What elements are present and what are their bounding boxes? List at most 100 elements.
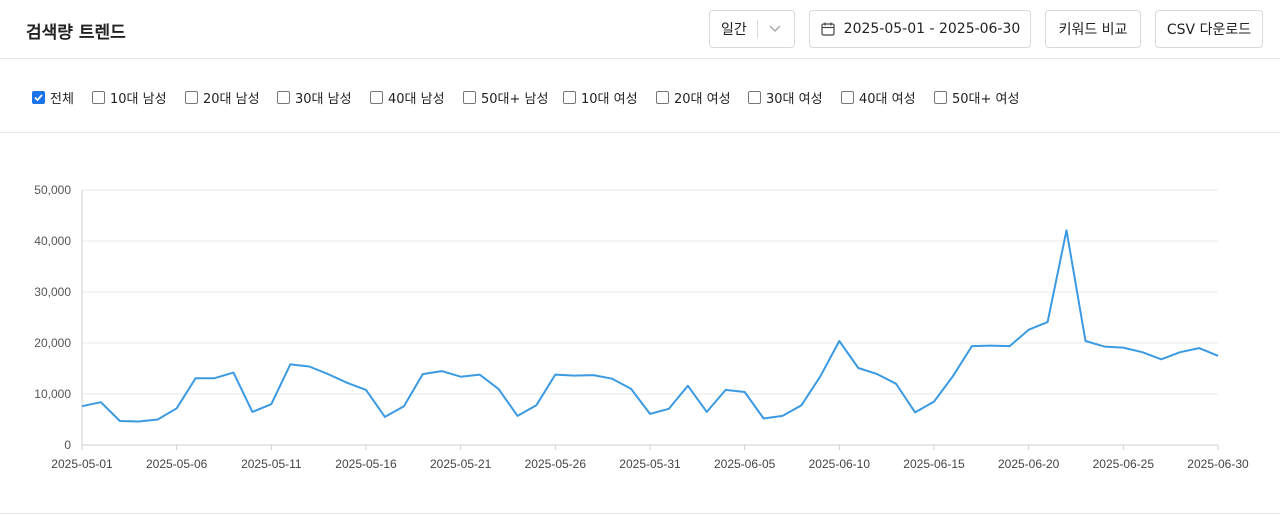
filter-3[interactable]: 30대 남성 bbox=[277, 89, 352, 107]
data-point[interactable] bbox=[874, 371, 880, 377]
filter-8[interactable]: 30대 여성 bbox=[748, 89, 823, 107]
filter-label: 40대 여성 bbox=[859, 91, 916, 107]
data-point[interactable] bbox=[477, 372, 483, 378]
data-point[interactable] bbox=[780, 413, 786, 419]
filter-checkbox[interactable] bbox=[32, 90, 45, 104]
filter-10[interactable]: 50대+ 여성 bbox=[934, 89, 1019, 107]
x-tick-label: 2025-06-30 bbox=[1187, 457, 1249, 471]
calendar-icon bbox=[820, 21, 836, 37]
x-tick-label: 2025-05-31 bbox=[619, 457, 681, 471]
data-point[interactable] bbox=[1007, 343, 1013, 349]
data-point[interactable] bbox=[1120, 345, 1126, 351]
data-point[interactable] bbox=[193, 375, 199, 381]
data-point[interactable] bbox=[98, 399, 104, 405]
data-point[interactable] bbox=[212, 375, 218, 381]
data-point[interactable] bbox=[836, 338, 842, 344]
data-point[interactable] bbox=[912, 409, 918, 415]
data-point[interactable] bbox=[420, 371, 426, 377]
data-point[interactable] bbox=[136, 419, 142, 425]
data-point[interactable] bbox=[552, 372, 558, 378]
data-point[interactable] bbox=[439, 368, 445, 374]
data-point[interactable] bbox=[287, 361, 293, 367]
data-point[interactable] bbox=[723, 387, 729, 393]
data-point[interactable] bbox=[363, 387, 369, 393]
data-point[interactable] bbox=[798, 402, 804, 408]
data-point[interactable] bbox=[249, 409, 255, 415]
data-point[interactable] bbox=[817, 373, 823, 379]
data-point[interactable] bbox=[268, 401, 274, 407]
data-point[interactable] bbox=[117, 418, 123, 424]
data-point[interactable] bbox=[514, 413, 520, 419]
filter-7[interactable]: 20대 여성 bbox=[656, 89, 731, 107]
data-point[interactable] bbox=[685, 383, 691, 389]
data-point[interactable] bbox=[609, 376, 615, 382]
y-tick-label: 20,000 bbox=[34, 336, 71, 350]
data-point[interactable] bbox=[628, 386, 634, 392]
filter-checkbox[interactable] bbox=[185, 90, 198, 104]
x-tick-label: 2025-05-01 bbox=[51, 457, 113, 471]
data-point[interactable] bbox=[1082, 338, 1088, 344]
data-point[interactable] bbox=[401, 403, 407, 409]
filter-2[interactable]: 20대 남성 bbox=[185, 89, 260, 107]
data-point[interactable] bbox=[571, 373, 577, 379]
data-point[interactable] bbox=[1177, 349, 1183, 355]
data-point[interactable] bbox=[382, 414, 388, 420]
filter-checkbox[interactable] bbox=[934, 90, 947, 104]
filter-checkbox[interactable] bbox=[463, 90, 476, 104]
data-point[interactable] bbox=[761, 415, 767, 421]
data-point[interactable] bbox=[969, 343, 975, 349]
data-point[interactable] bbox=[155, 417, 161, 423]
data-point[interactable] bbox=[893, 381, 899, 387]
keyword-compare-button[interactable]: 키워드 비교 bbox=[1045, 10, 1141, 48]
data-point[interactable] bbox=[458, 374, 464, 380]
data-point[interactable] bbox=[1101, 344, 1107, 350]
filter-6[interactable]: 10대 여성 bbox=[563, 89, 638, 107]
x-tick-label: 2025-06-05 bbox=[714, 457, 776, 471]
data-point[interactable] bbox=[325, 371, 331, 377]
data-point[interactable] bbox=[931, 399, 937, 405]
filter-checkbox[interactable] bbox=[841, 90, 854, 104]
data-point[interactable] bbox=[1064, 227, 1070, 233]
y-tick-label: 30,000 bbox=[34, 285, 71, 299]
filter-5[interactable]: 50대+ 남성 bbox=[463, 89, 548, 107]
data-point[interactable] bbox=[742, 389, 748, 395]
data-point[interactable] bbox=[855, 365, 861, 371]
data-point[interactable] bbox=[704, 409, 710, 415]
data-point[interactable] bbox=[174, 405, 180, 411]
data-point[interactable] bbox=[344, 380, 350, 386]
filter-4[interactable]: 40대 남성 bbox=[370, 89, 445, 107]
filter-checkbox[interactable] bbox=[92, 90, 105, 104]
data-point[interactable] bbox=[950, 373, 956, 379]
period-select[interactable]: 일간 bbox=[709, 10, 795, 48]
data-point[interactable] bbox=[79, 403, 85, 409]
csv-download-button[interactable]: CSV 다운로드 bbox=[1155, 10, 1263, 48]
filter-checkbox[interactable] bbox=[277, 90, 290, 104]
filter-checkbox[interactable] bbox=[656, 90, 669, 104]
data-point[interactable] bbox=[666, 406, 672, 412]
data-point[interactable] bbox=[988, 343, 994, 349]
filter-label: 10대 여성 bbox=[581, 91, 638, 107]
data-point[interactable] bbox=[533, 402, 539, 408]
data-point[interactable] bbox=[1139, 349, 1145, 355]
data-point[interactable] bbox=[1026, 327, 1032, 333]
filter-0[interactable]: 전체 bbox=[32, 89, 74, 107]
filter-1[interactable]: 10대 남성 bbox=[92, 89, 167, 107]
data-point[interactable] bbox=[306, 363, 312, 369]
filter-checkbox[interactable] bbox=[563, 90, 576, 104]
date-range-picker[interactable]: 2025-05-01 - 2025-06-30 bbox=[809, 10, 1031, 48]
filter-checkbox[interactable] bbox=[748, 90, 761, 104]
data-point[interactable] bbox=[647, 411, 653, 417]
data-point[interactable] bbox=[1045, 319, 1051, 325]
data-point[interactable] bbox=[1158, 356, 1164, 362]
filter-label: 30대 여성 bbox=[766, 91, 823, 107]
data-point[interactable] bbox=[496, 386, 502, 392]
filter-checkbox[interactable] bbox=[370, 90, 383, 104]
data-point[interactable] bbox=[230, 370, 236, 376]
demographic-filters: 전체 10대 남성 20대 남성 30대 남성 40대 남성 50대+ 남성 10대 여성 2… bbox=[0, 59, 1280, 133]
filter-label: 10대 남성 bbox=[110, 91, 167, 107]
data-point[interactable] bbox=[590, 372, 596, 378]
filter-label: 40대 남성 bbox=[388, 91, 445, 107]
filter-9[interactable]: 40대 여성 bbox=[841, 89, 916, 107]
data-point[interactable] bbox=[1196, 345, 1202, 351]
data-point[interactable] bbox=[1215, 353, 1221, 359]
